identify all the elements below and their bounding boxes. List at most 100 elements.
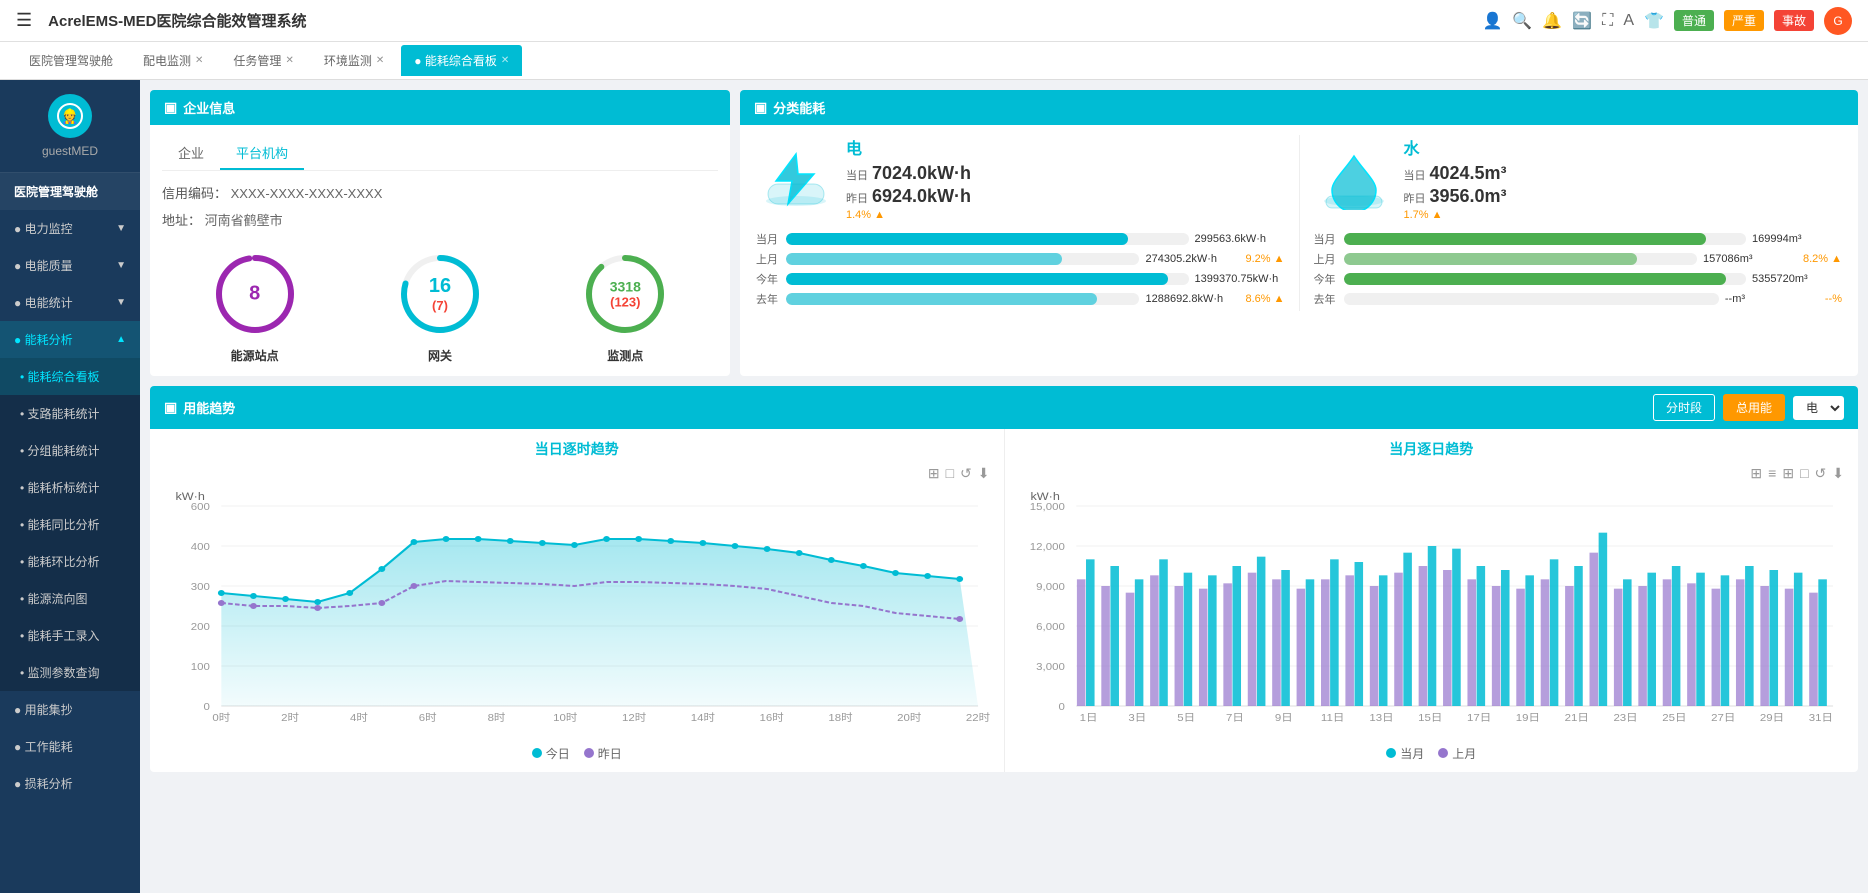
app-title: AcrelEMS-MED医院综合能效管理系统	[48, 10, 306, 31]
svg-text:6时: 6时	[419, 712, 437, 724]
water-change: 1.7% ▲	[1404, 209, 1507, 221]
svg-text:20时: 20时	[897, 712, 921, 724]
water-title: 水	[1404, 135, 1507, 159]
trend-select-type[interactable]: 电 水 气	[1793, 396, 1844, 420]
svg-text:11日: 11日	[1320, 713, 1343, 724]
svg-text:8时: 8时	[488, 712, 506, 724]
trend-controls: 分时段 总用能 电 水 气	[1653, 394, 1844, 421]
tab-task[interactable]: 任务管理 ✕	[220, 45, 306, 76]
chart-tool-type3[interactable]: ⊞	[1782, 465, 1794, 482]
stat-label-monitor: 监测点	[607, 347, 643, 364]
font-icon[interactable]: A	[1623, 12, 1634, 30]
tab-close-task[interactable]: ✕	[285, 55, 293, 66]
sidebar-item-work-energy[interactable]: ● 工作能耗	[0, 728, 140, 765]
svg-text:0时: 0时	[212, 712, 230, 724]
electricity-today: 当日 7024.0kW·h	[846, 163, 971, 184]
chart-tool-refresh[interactable]: ↺	[960, 465, 972, 482]
company-tab-enterprise[interactable]: 企业	[162, 137, 220, 170]
company-tab-platform[interactable]: 平台机构	[220, 137, 304, 170]
status-normal[interactable]: 普通	[1674, 10, 1714, 31]
trend-body: 当日逐时趋势 ⊞ □ ↺ ⬇ kW·h	[150, 429, 1858, 772]
sidebar-item-manual-entry[interactable]: • 能耗手工录入	[0, 617, 140, 654]
svg-text:13日: 13日	[1369, 713, 1393, 724]
stat-energy-station: 8 能源站点	[210, 249, 300, 364]
svg-text:3日: 3日	[1128, 713, 1146, 724]
trend-panel-monthly: 当月逐日趋势 ⊞ ≡ ⊞ □ ↺ ⬇ kW·h	[1005, 429, 1859, 772]
trend-btn-time-period[interactable]: 分时段	[1653, 394, 1715, 421]
monthly-chart-container: kW·h 0 3,000 6,000 9,000	[1019, 486, 1845, 739]
energy-category-card: 分类能耗	[740, 90, 1858, 376]
sidebar-item-power-monitor[interactable]: ● 电力监控 ▼	[0, 210, 140, 247]
electricity-icon-wrap	[756, 146, 836, 210]
status-warning[interactable]: 严重	[1724, 10, 1764, 31]
sidebar-item-monitor-query[interactable]: • 监测参数查询	[0, 654, 140, 691]
sidebar-item-energy-analysis[interactable]: ● 能耗分析 ▲	[0, 321, 140, 358]
sidebar-item-energy-board[interactable]: • 能耗综合看板	[0, 358, 140, 395]
monthly-chart-title: 当月逐日趋势	[1019, 439, 1845, 459]
chart-tools-daily: ⊞ □ ↺ ⬇	[164, 465, 990, 482]
svg-text:16时: 16时	[760, 712, 784, 724]
status-error[interactable]: 事故	[1774, 10, 1814, 31]
tab-energy-board[interactable]: ● 能耗综合看板 ✕	[401, 45, 522, 76]
electricity-change: 1.4% ▲	[846, 209, 971, 221]
chart-tool-refresh2[interactable]: ↺	[1815, 465, 1827, 482]
menu-icon[interactable]: ☰	[16, 10, 32, 31]
sidebar-item-branch-stats[interactable]: • 支路能耗统计	[0, 395, 140, 432]
sidebar-item-group-stats[interactable]: • 分组能耗统计	[0, 432, 140, 469]
skin-icon[interactable]: 👕	[1644, 11, 1664, 31]
avatar[interactable]: G	[1824, 7, 1852, 35]
svg-text:15日: 15日	[1418, 713, 1442, 724]
svg-text:25日: 25日	[1662, 713, 1686, 724]
sidebar-item-loss-analysis[interactable]: ● 损耗分析	[0, 765, 140, 802]
chart-tool-type2[interactable]: ≡	[1768, 465, 1776, 482]
svg-text:600: 600	[191, 502, 210, 513]
company-info-addr: 地址： 河南省鹤壁市	[162, 210, 718, 229]
chart-tool-download[interactable]: ⬇	[978, 465, 990, 482]
sidebar-item-power-stats[interactable]: ● 电能统计 ▼	[0, 284, 140, 321]
sidebar-item-norm-stats[interactable]: • 能耗析标统计	[0, 469, 140, 506]
chart-tool-type1[interactable]: ⊞	[1750, 465, 1762, 482]
sidebar-item-hospital-main[interactable]: 医院管理驾驶舱	[0, 173, 140, 210]
trend-header: 用能趋势 分时段 总用能 电 水 气	[150, 386, 1858, 429]
sidebar-item-meter-reading[interactable]: ● 用能集抄	[0, 691, 140, 728]
tab-power-monitor[interactable]: 配电监测 ✕	[130, 45, 216, 76]
energy-divider	[1299, 135, 1300, 311]
tab-close-env[interactable]: ✕	[376, 55, 384, 66]
fullscreen-icon[interactable]: ⛶	[1602, 12, 1613, 30]
bar-row-last-month-elec: 上月 274305.2kW·h 9.2% ▲	[756, 251, 1285, 267]
topbar-right: 👤 🔍 🔔 🔄 ⛶ A 👕 普通 严重 事故 G	[1482, 7, 1852, 35]
water-values: 水 当日 4024.5m³ 昨日 3956.0m³	[1404, 135, 1507, 221]
sidebar-item-energy-flow[interactable]: • 能源流向图	[0, 580, 140, 617]
sidebar-item-mom-analysis[interactable]: • 能耗环比分析	[0, 543, 140, 580]
svg-text:14时: 14时	[691, 712, 715, 724]
chart-tool-type4[interactable]: □	[1800, 465, 1808, 482]
trend-btn-total[interactable]: 总用能	[1723, 394, 1785, 421]
svg-text:200: 200	[191, 622, 210, 633]
tab-hospital-dashboard[interactable]: 医院管理驾驶舱	[16, 45, 126, 76]
topbar: ☰ AcrelEMS-MED医院综合能效管理系统 👤 🔍 🔔 🔄 ⛶ A 👕 普…	[0, 0, 1868, 42]
user-icon[interactable]: 👤	[1482, 11, 1502, 31]
tab-close-power[interactable]: ✕	[195, 55, 203, 66]
chart-tool-download2[interactable]: ⬇	[1832, 465, 1844, 482]
company-card-body: 企业 平台机构 信用编码： XXXX-XXXX-XXXX-XXXX 地址： 河南…	[150, 125, 730, 376]
refresh-icon[interactable]: 🔄	[1572, 11, 1592, 31]
water-icon-wrap	[1314, 146, 1394, 210]
company-tabs: 企业 平台机构	[162, 137, 718, 171]
svg-text:👷: 👷	[61, 108, 78, 125]
electricity-values: 电 当日 7024.0kW·h 昨日 6924.0kW·h	[846, 135, 971, 221]
tab-environment[interactable]: 环境监测 ✕	[311, 45, 397, 76]
bell-icon[interactable]: 🔔	[1542, 11, 1562, 31]
sidebar-item-yoy-analysis[interactable]: • 能耗同比分析	[0, 506, 140, 543]
electricity-section: 电 当日 7024.0kW·h 昨日 6924.0kW·h	[756, 135, 1285, 311]
bar-row-curr-year-elec: 今年 1399370.75kW·h	[756, 271, 1285, 287]
chart-tool-line[interactable]: □	[946, 465, 954, 482]
tab-close-energy[interactable]: ✕	[501, 55, 509, 66]
water-header: 水 当日 4024.5m³ 昨日 3956.0m³	[1314, 135, 1843, 221]
sidebar-item-power-quality[interactable]: ● 电能质量 ▼	[0, 247, 140, 284]
svg-text:23日: 23日	[1613, 713, 1637, 724]
chart-tool-bar[interactable]: ⊞	[928, 465, 940, 482]
svg-text:7日: 7日	[1226, 713, 1244, 724]
search-icon[interactable]: 🔍	[1512, 11, 1532, 31]
svg-text:31日: 31日	[1808, 713, 1832, 724]
top-section: 企业信息 企业 平台机构 信用编码： XXXX-XXXX-XXXX-XXXX 地…	[150, 90, 1858, 376]
